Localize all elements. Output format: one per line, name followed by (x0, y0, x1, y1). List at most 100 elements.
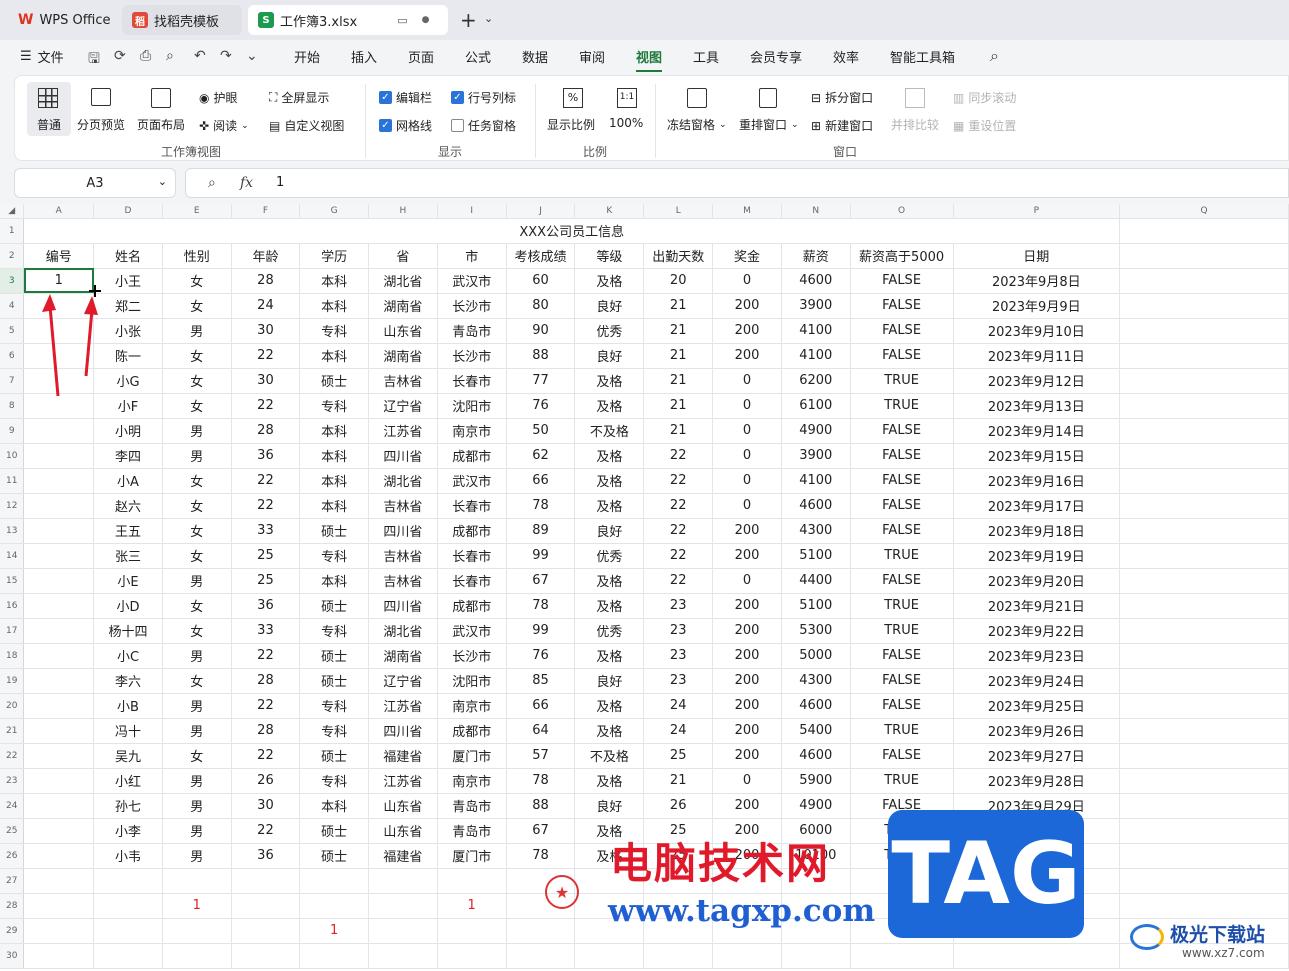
select-all-corner[interactable]: ◢ (0, 204, 25, 219)
table-cell[interactable]: 57 (506, 743, 576, 769)
table-cell[interactable]: 21 (643, 343, 714, 369)
table-cell[interactable]: 0 (712, 768, 782, 794)
table-cell[interactable]: 长春市 (437, 493, 507, 519)
table-cell[interactable] (781, 943, 851, 969)
table-cell[interactable]: TRUE (850, 618, 954, 644)
table-cell[interactable]: 福建省 (368, 843, 438, 869)
table-cell[interactable]: 200 (712, 668, 782, 694)
table-cell[interactable]: 4300 (781, 668, 851, 694)
column-header[interactable]: D (93, 204, 163, 219)
table-cell[interactable]: 男 (162, 643, 232, 669)
tab-dot-icon[interactable]: ● (422, 15, 430, 25)
table-cell[interactable]: 2023年9月29日 (953, 793, 1121, 819)
table-cell[interactable]: 女 (162, 743, 232, 769)
table-cell[interactable]: 22 (231, 393, 301, 419)
row-number[interactable]: 21 (0, 718, 25, 744)
table-cell[interactable]: 4600 (781, 493, 851, 519)
table-cell[interactable]: 吉林省 (368, 543, 438, 569)
zoom-ratio-button[interactable]: % 显示比例 (545, 82, 601, 136)
menu-review[interactable]: 审阅 (579, 40, 605, 72)
table-cell[interactable]: 90 (506, 318, 576, 344)
table-cell[interactable]: 本科 (299, 268, 369, 294)
table-cell[interactable]: 成都市 (437, 718, 507, 744)
table-cell[interactable]: 22 (231, 818, 301, 844)
table-cell[interactable] (1119, 343, 1289, 369)
menu-member[interactable]: 会员专享 (750, 40, 802, 72)
table-cell[interactable]: 及格 (574, 468, 645, 494)
table-cell[interactable] (23, 368, 95, 394)
table-cell[interactable]: 2023年9月24日 (953, 668, 1121, 694)
row-number[interactable]: 29 (0, 918, 25, 944)
new-tab-button[interactable]: + (460, 8, 477, 32)
table-cell[interactable]: 及格 (574, 443, 645, 469)
edit-bar-checkbox[interactable]: ✓ 编辑栏 (379, 89, 432, 106)
table-cell[interactable]: 及格 (574, 768, 645, 794)
table-cell[interactable]: 不及格 (574, 418, 645, 444)
spreadsheet-grid[interactable]: ◢ A D E F G H I J K L M N O P Q 1 XXX公司员工信息 2 编号 姓名 性别 年龄 学历省市考… (0, 204, 1289, 971)
header-cell[interactable]: 学历 (299, 243, 369, 269)
table-cell[interactable] (23, 768, 95, 794)
table-cell[interactable]: TRUE (850, 768, 954, 794)
table-cell[interactable]: 4100 (781, 468, 851, 494)
table-cell[interactable]: 23 (643, 668, 714, 694)
table-cell[interactable] (1119, 618, 1289, 644)
table-cell[interactable] (23, 393, 95, 419)
table-cell[interactable]: 本科 (299, 493, 369, 519)
table-cell[interactable]: 62 (506, 443, 576, 469)
print-preview-icon[interactable]: ⌕ (166, 48, 174, 64)
header-cell[interactable]: 年龄 (231, 243, 301, 269)
table-cell[interactable]: 3900 (781, 443, 851, 469)
table-cell[interactable]: 福建省 (368, 743, 438, 769)
table-cell[interactable]: 36 (231, 443, 301, 469)
table-cell[interactable] (231, 868, 301, 894)
table-cell[interactable]: 22 (231, 468, 301, 494)
table-cell[interactable]: 36 (231, 843, 301, 869)
table-cell[interactable]: 陈一 (93, 343, 163, 369)
table-cell[interactable]: 89 (506, 518, 576, 544)
table-cell[interactable] (23, 568, 95, 594)
table-cell[interactable] (1119, 318, 1289, 344)
column-header[interactable]: M (712, 204, 782, 219)
table-cell[interactable]: 及格 (574, 718, 645, 744)
table-cell[interactable]: 22 (643, 518, 714, 544)
table-cell[interactable]: 200 (712, 343, 782, 369)
table-cell[interactable] (1119, 818, 1289, 844)
table-cell[interactable]: 男 (162, 843, 232, 869)
table-cell[interactable]: 杨十四 (93, 618, 163, 644)
table-cell[interactable]: 青岛市 (437, 793, 507, 819)
table-cell[interactable]: 36 (231, 593, 301, 619)
table-cell[interactable]: 男 (162, 568, 232, 594)
table-cell[interactable]: 66 (506, 693, 576, 719)
table-cell[interactable]: 26 (643, 793, 714, 819)
table-cell[interactable]: 2023年9月28日 (953, 768, 1121, 794)
table-cell[interactable] (162, 868, 232, 894)
table-cell[interactable]: 及格 (574, 693, 645, 719)
name-box[interactable]: A3 ⌄ (14, 168, 176, 198)
table-cell[interactable] (1119, 918, 1289, 944)
table-cell[interactable]: 4900 (781, 793, 851, 819)
table-cell[interactable]: 武汉市 (437, 268, 507, 294)
table-cell[interactable]: 男 (162, 318, 232, 344)
table-cell[interactable]: TRUE (850, 718, 954, 744)
table-cell[interactable]: 30 (231, 793, 301, 819)
column-header[interactable]: N (781, 204, 851, 219)
table-cell[interactable]: TRUE (850, 393, 954, 419)
table-cell[interactable]: 本科 (299, 468, 369, 494)
normal-view-button[interactable]: 普通 (27, 82, 71, 136)
table-cell[interactable] (953, 918, 1121, 944)
table-cell[interactable] (368, 943, 438, 969)
table-cell[interactable]: 优秀 (574, 318, 645, 344)
table-cell[interactable]: 1 (437, 893, 507, 919)
table-cell[interactable] (574, 868, 645, 894)
table-cell[interactable] (23, 593, 95, 619)
table-cell[interactable]: 小李 (93, 818, 163, 844)
zoom-100-button[interactable]: 1:1 100% (607, 82, 647, 136)
table-cell[interactable] (1119, 718, 1289, 744)
table-cell[interactable]: 小明 (93, 418, 163, 444)
table-cell[interactable] (23, 893, 95, 919)
table-cell[interactable]: FALSE (850, 293, 954, 319)
table-cell[interactable]: 4600 (781, 268, 851, 294)
table-cell[interactable]: 男 (162, 793, 232, 819)
table-cell[interactable]: 22 (643, 543, 714, 569)
table-cell[interactable]: 1 (162, 893, 232, 919)
